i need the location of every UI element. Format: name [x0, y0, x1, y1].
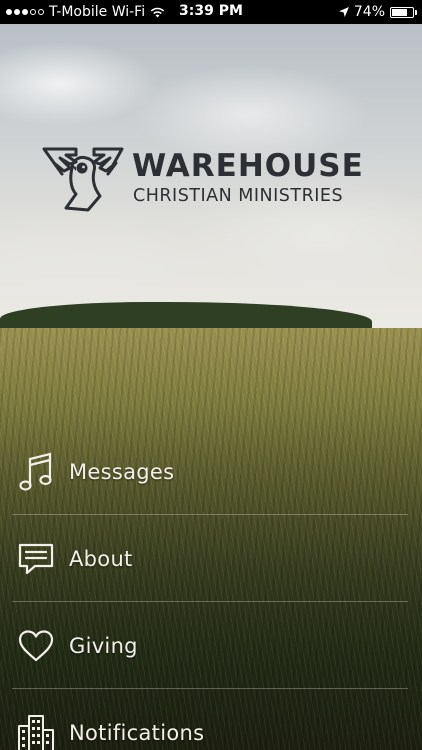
status-bar: T-Mobile Wi-Fi 3:39 PM 74%	[0, 0, 422, 24]
location-arrow-icon	[338, 7, 349, 17]
heart-icon	[17, 626, 55, 666]
battery-percent: 74%	[353, 4, 385, 20]
menu-item-label: About	[69, 546, 133, 571]
menu-item-label: Notifications	[69, 720, 205, 745]
app-screen: T-Mobile Wi-Fi 3:39 PM 74% WAREHOUSE CHR…	[0, 0, 422, 750]
dove-icon	[42, 147, 124, 212]
menu-item-about[interactable]: About	[0, 515, 422, 602]
menu-item-label: Messages	[69, 459, 175, 484]
menu-item-label: Giving	[69, 633, 138, 658]
logo-title: WAREHOUSE	[132, 148, 364, 184]
menu-item-notifications[interactable]: Notifications	[0, 689, 422, 750]
menu-item-giving[interactable]: Giving	[0, 602, 422, 689]
battery-icon	[390, 6, 417, 18]
music-note-icon	[17, 452, 55, 492]
status-right: 74%	[338, 4, 417, 20]
speech-bubble-icon	[17, 539, 55, 579]
buildings-icon	[17, 713, 55, 750]
background-scene: WAREHOUSE CHRISTIAN MINISTRIES Messages …	[0, 24, 422, 750]
main-menu: Messages About Giving Notifications	[0, 428, 422, 750]
logo-subtitle: CHRISTIAN MINISTRIES	[133, 186, 344, 206]
battery-fill	[392, 8, 407, 16]
menu-item-messages[interactable]: Messages	[0, 428, 422, 515]
logo: WAREHOUSE CHRISTIAN MINISTRIES	[42, 146, 382, 216]
